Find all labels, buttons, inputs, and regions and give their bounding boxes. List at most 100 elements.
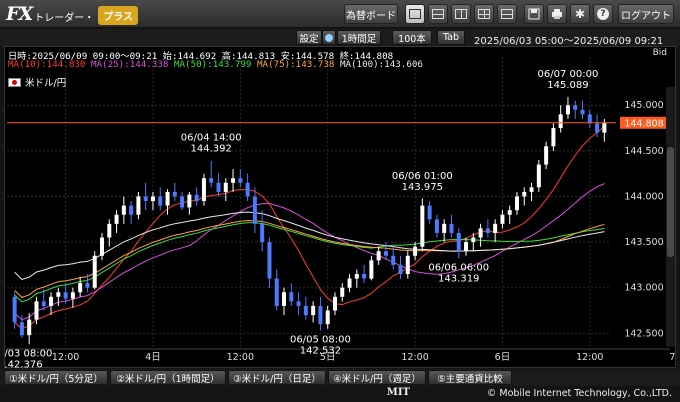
ma-legend-item: MA(25):144.338	[90, 59, 174, 70]
candle-body	[92, 255, 97, 288]
annotation-date: 06/06 01:00	[392, 171, 453, 182]
x-tick-label: 12:00	[52, 352, 79, 363]
layout-split-horizontal-icon[interactable]	[428, 4, 448, 24]
ma-legend-item: MA(50):143.799	[173, 59, 257, 70]
board-button[interactable]: 為替ボード	[344, 4, 398, 24]
candle-body	[529, 187, 534, 192]
footer: MIT © Mobile Internet Technology, Co.,LT…	[0, 386, 680, 402]
candle-body	[420, 205, 425, 247]
ma-legend-item: MA(100):143.606	[339, 59, 423, 70]
layout-single-icon[interactable]	[405, 4, 425, 24]
annotation-date: 06/04 14:00	[181, 133, 242, 144]
candle-body	[478, 228, 483, 238]
y-tick-label: 142.500	[624, 328, 663, 339]
vertical-scrollbar[interactable]	[666, 87, 675, 347]
candle-body	[172, 191, 177, 197]
scroll-thumb[interactable]	[667, 147, 674, 257]
candle-body	[456, 232, 461, 252]
candle-body	[274, 278, 279, 306]
candle-body	[129, 205, 134, 215]
candle-body	[150, 196, 155, 202]
ma-legend-item: MA(75):143.738	[256, 59, 340, 70]
candle-body	[602, 122, 607, 133]
candle-body	[442, 223, 447, 233]
tab-usdjpy-5min[interactable]: ①米ドル/円（5分足）	[4, 370, 108, 385]
settings-button[interactable]: 設定	[296, 30, 322, 45]
candle-body	[565, 105, 570, 115]
candle-body	[158, 196, 163, 206]
print-icon[interactable]	[547, 4, 567, 24]
logout-button[interactable]: ログアウト	[618, 4, 674, 24]
candle-body	[296, 301, 301, 306]
candle-body	[536, 164, 541, 188]
timeframe-select[interactable]: 1時間足	[337, 30, 381, 45]
tab-usdjpy-daily[interactable]: ③米ドル/円（日足）	[228, 370, 326, 385]
layout-split-vertical-icon[interactable]	[451, 4, 471, 24]
y-tick-label: 143.500	[624, 237, 663, 248]
candle-body	[136, 196, 141, 215]
annotation-value: 144.392	[191, 144, 232, 155]
copyright: © Mobile Internet Technology, Co.,LTD.	[486, 388, 672, 399]
save-icon[interactable]	[524, 4, 544, 24]
current-price-label: 144.808	[624, 118, 663, 129]
tab-major-currencies[interactable]: ⑤主要通貨比較	[428, 370, 512, 385]
price-chart[interactable]: 145.000 144.500 144.000 143.500 143.000 142.5…	[4, 46, 677, 369]
candle-body	[318, 305, 323, 325]
candle-body	[238, 178, 243, 183]
layout-wide-icon[interactable]	[497, 4, 517, 24]
candle-body	[223, 182, 228, 192]
candle-body	[573, 105, 578, 110]
ma-legend-item: MA(10):144.830	[8, 59, 91, 70]
candle-body	[311, 305, 316, 316]
candle-body	[165, 191, 170, 206]
ma-line-ma10	[14, 125, 605, 330]
x-tick-label: 4日	[145, 352, 161, 363]
help-icon[interactable]: ?	[593, 4, 613, 24]
annotation-value: 142.532	[300, 345, 341, 356]
candle-body	[427, 205, 432, 220]
bar-count-select[interactable]: 100本	[392, 30, 432, 45]
candle-body	[194, 194, 199, 202]
candle-body	[347, 278, 352, 288]
candle-body	[63, 292, 68, 299]
tab-toggle-button[interactable]: Tab	[437, 30, 465, 45]
candle-body	[507, 210, 512, 215]
candle-body	[34, 301, 39, 320]
candle-body	[354, 274, 359, 279]
candle-body	[260, 223, 265, 243]
chart-tabs: ①米ドル/円（5分足） ②米ドル/円（1時間足） ③米ドル/円（日足） ④米ドル…	[0, 369, 680, 386]
candle-body	[362, 274, 367, 279]
mit-logo: MIT	[386, 387, 410, 398]
candle-body	[121, 205, 126, 215]
candle-body	[27, 319, 32, 336]
layout-quad-icon[interactable]	[474, 4, 494, 24]
tab-usdjpy-weekly[interactable]: ④米ドル/円（週足）	[328, 370, 426, 385]
x-tick-label: 12:00	[576, 352, 603, 363]
japan-flag-icon	[8, 77, 21, 87]
candle-body	[376, 251, 381, 261]
draw-tool-icon[interactable]	[322, 30, 336, 45]
candle-body	[332, 296, 337, 311]
candle-body	[114, 214, 119, 224]
annotation-value: 145.089	[547, 80, 588, 91]
candlestick-chart[interactable]: 145.000 144.500 144.000 143.500 143.000 142.5…	[5, 47, 677, 369]
annotation-value: 143.319	[438, 274, 479, 285]
annotation-date: 06/06 06:00	[428, 263, 489, 274]
candle-body	[413, 246, 418, 256]
candle-body	[209, 178, 214, 183]
x-tick-label: 12:00	[401, 352, 428, 363]
candle-body	[303, 305, 308, 316]
candle-body	[70, 292, 75, 299]
candle-body	[85, 283, 90, 288]
tab-usdjpy-1hour[interactable]: ②米ドル/円（1時間足）	[110, 370, 226, 385]
candle-body	[485, 228, 490, 233]
candle-body	[500, 214, 505, 224]
annotation-date: 06/05 08:00	[290, 334, 351, 345]
candle-body	[100, 237, 105, 256]
y-tick-label: 143.000	[624, 283, 663, 294]
x-tick-label: 12:00	[227, 352, 254, 363]
candle-body	[471, 237, 476, 243]
candle-body	[19, 322, 24, 336]
gear-icon[interactable]: ✱	[570, 4, 590, 24]
top-toolbar: FX トレーダー・ プラス 為替ボード ✱ ? ログアウト	[0, 0, 680, 28]
